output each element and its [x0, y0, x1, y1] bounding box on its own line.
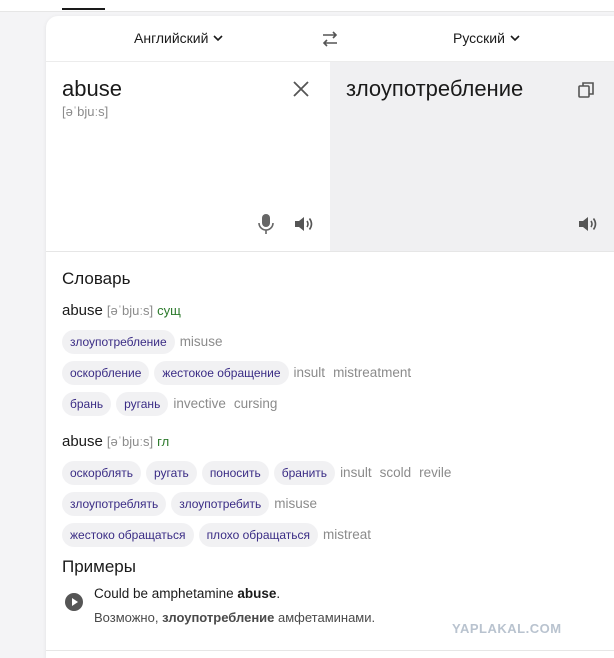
translation-chip[interactable]: оскорбление — [62, 360, 150, 385]
entry-headword: abuse — [62, 433, 103, 450]
top-strip — [0, 0, 614, 12]
example-source-highlight: abuse — [237, 586, 277, 601]
synonym-link[interactable]: cursing — [234, 396, 278, 411]
source-language-label: Английский — [134, 30, 209, 46]
synonym-link[interactable]: scold — [380, 465, 412, 480]
synonym-link[interactable]: insult — [294, 365, 326, 380]
entry-transcription: [əˈbjuːs] — [106, 434, 154, 449]
examples-title: Примеры — [62, 557, 136, 576]
translation-text: злоупотребление — [346, 76, 524, 101]
synonym-link[interactable]: misuse — [180, 334, 223, 349]
bottom-divider — [46, 650, 614, 651]
entry-part-of-speech: сущ — [157, 303, 181, 318]
translation-chip[interactable]: поносить — [201, 460, 269, 485]
translation-chip[interactable]: брань — [62, 391, 112, 416]
dictionary-section: Словарь abuse [əˈbjuːs] сущ злоупотребление… — [62, 266, 602, 634]
example-source: Could be amphetamine abuse. — [94, 586, 280, 601]
divider — [46, 251, 614, 252]
translation-chip[interactable]: ругань — [116, 391, 169, 416]
translation-row: оскорбление жестокое обращение insult mistr… — [62, 357, 602, 388]
example-translation: Возможно, злоупотребление амфетаминами. — [94, 610, 375, 625]
translation-chip[interactable]: жестокое обращение — [154, 360, 289, 385]
source-language-select[interactable]: Английский — [134, 30, 224, 46]
chevron-down-icon — [213, 35, 224, 42]
close-icon[interactable] — [290, 78, 312, 100]
synonym-link[interactable]: invective — [173, 396, 226, 411]
translation-row: злоупотреблять злоупотребить misuse — [62, 488, 602, 519]
synonym-link[interactable]: mistreat — [323, 527, 371, 542]
play-icon[interactable] — [64, 592, 84, 612]
speaker-icon[interactable] — [292, 212, 316, 236]
example-translation-text: Возможно, — [94, 610, 163, 625]
entry-headword-line: abuse [əˈbjuːs] сущ — [62, 300, 602, 326]
translation-chip[interactable]: бранить — [273, 460, 336, 485]
example-source-text: Could be amphetamine — [94, 586, 238, 601]
entry-headword: abuse — [62, 302, 103, 319]
source-text-pane[interactable]: abuse [əˈbjuːs] — [46, 61, 330, 251]
translation-chip[interactable]: ругать — [146, 460, 197, 485]
source-text[interactable]: abuse — [62, 76, 122, 102]
target-language-label: Русский — [453, 30, 505, 46]
language-bar: Английский Русский — [46, 16, 614, 61]
translator-card: Английский Русский abuse [əˈbjuːs] злоуп… — [46, 16, 614, 658]
chevron-down-icon — [510, 35, 520, 42]
watermark: YAPLAKAL.COM — [452, 621, 562, 636]
entry-spacer — [62, 419, 602, 427]
example-translation-text: амфетаминами. — [274, 610, 376, 625]
synonym-link[interactable]: misuse — [274, 496, 317, 511]
translation-chip[interactable]: злоупотребить — [171, 491, 270, 516]
translation-pane: злоупотребление — [330, 61, 614, 251]
copy-icon[interactable] — [576, 80, 596, 100]
entry-part-of-speech: гл — [157, 434, 170, 449]
source-transcription: [əˈbjuːs] — [62, 104, 109, 119]
synonym-link[interactable]: mistreatment — [333, 365, 411, 380]
example-translation-highlight: злоупотребление — [162, 610, 275, 625]
entry-transcription: [əˈbjuːs] — [106, 303, 154, 318]
example-source-text: . — [276, 586, 281, 601]
synonym-link[interactable]: insult — [340, 465, 372, 480]
translation-row: жестоко обращаться плохо обращаться mistre… — [62, 519, 602, 550]
dictionary-title: Словарь — [62, 269, 131, 288]
translation-row: брань ругань invective cursing — [62, 388, 602, 419]
swap-languages-icon[interactable] — [320, 29, 340, 49]
translation-chip[interactable]: жестоко обращаться — [62, 522, 194, 547]
translation-chip[interactable]: злоупотреблять — [62, 491, 167, 516]
target-language-select[interactable]: Русский — [453, 30, 521, 46]
speaker-icon[interactable] — [576, 212, 600, 236]
entry-headword-line: abuse [əˈbjuːs] гл — [62, 431, 602, 457]
microphone-icon[interactable] — [256, 212, 276, 236]
translation-row: оскорблять ругать поносить бранить insult sco… — [62, 457, 602, 488]
translation-chip[interactable]: плохо обращаться — [198, 522, 319, 547]
translation-row: злоупотребление misuse — [62, 326, 602, 357]
dictionary-entries: abuse [əˈbjuːs] сущ злоупотребление misuse ос… — [62, 300, 602, 550]
translation-chip[interactable]: оскорблять — [62, 460, 141, 485]
active-tab-underline — [62, 8, 105, 10]
translation-chip[interactable]: злоупотребление — [62, 329, 175, 354]
synonym-link[interactable]: revile — [419, 465, 451, 480]
